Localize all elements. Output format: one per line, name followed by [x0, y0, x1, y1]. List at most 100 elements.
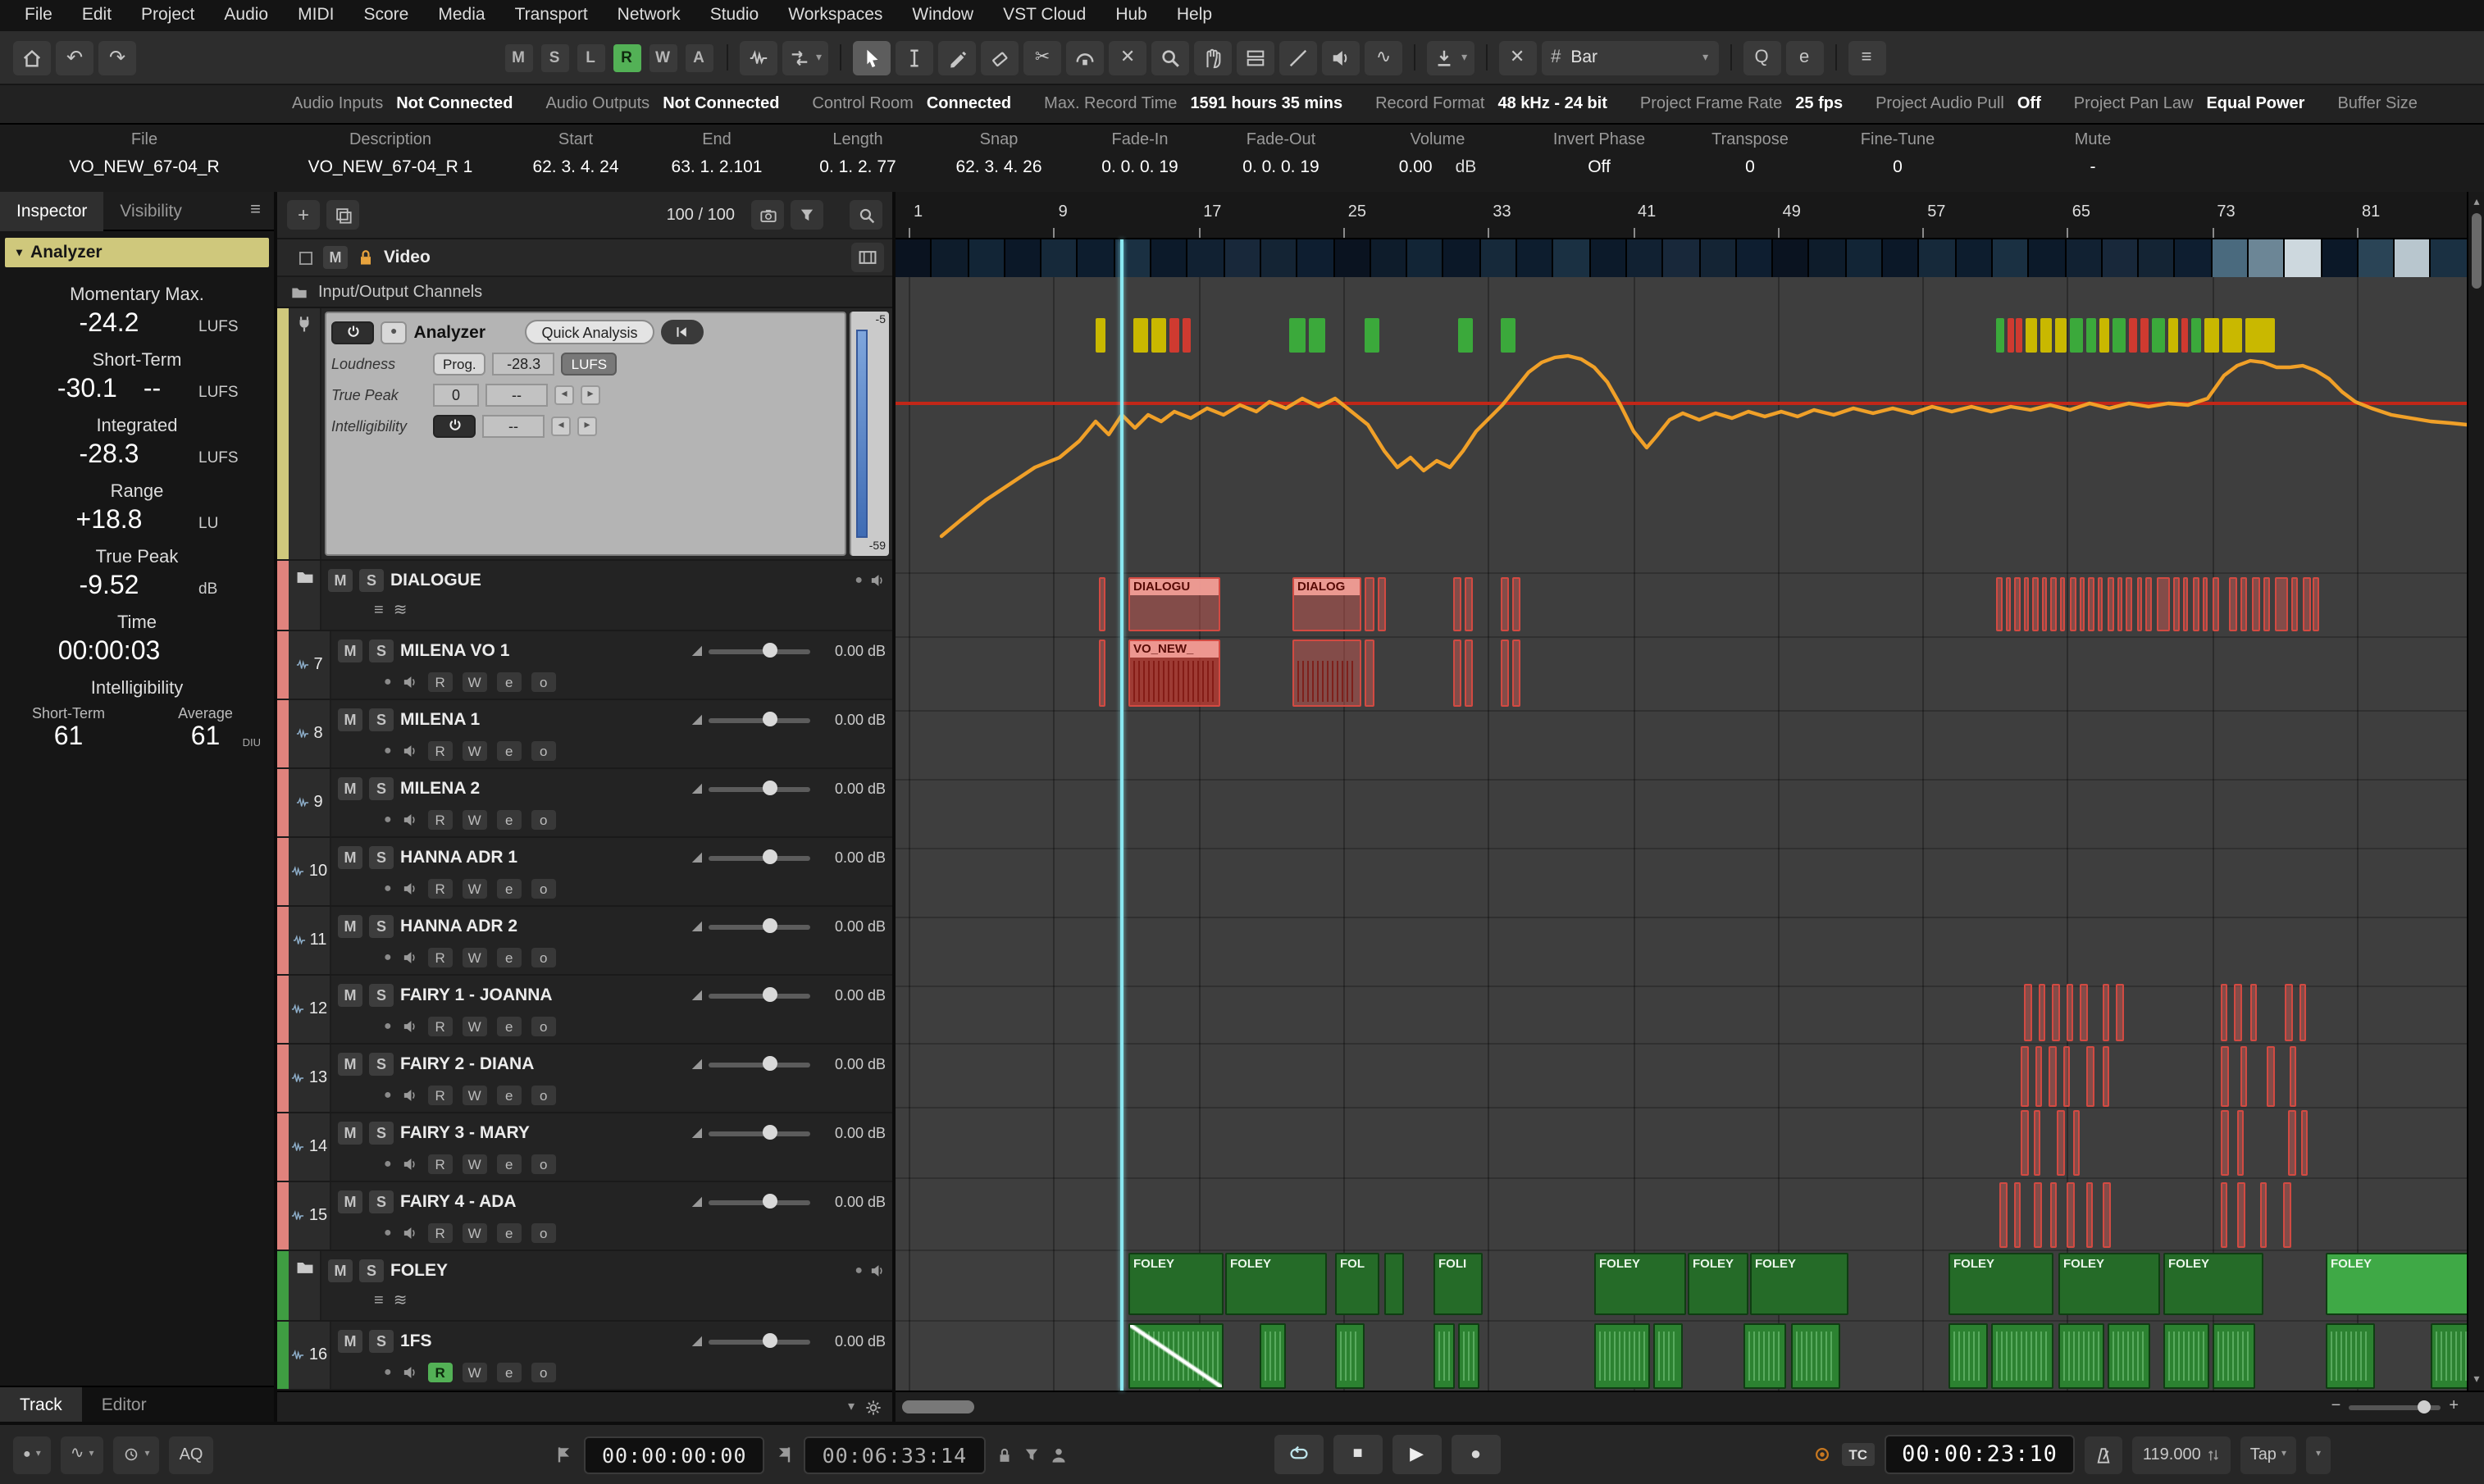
audio-event[interactable] — [2035, 1046, 2042, 1107]
audio-event[interactable] — [2240, 577, 2247, 631]
track-read-button[interactable]: R — [428, 1085, 453, 1104]
monitor-icon[interactable] — [402, 742, 418, 758]
track-read-button[interactable]: R — [428, 1154, 453, 1173]
audio-event[interactable] — [2221, 1110, 2229, 1176]
track-solo-button[interactable]: S — [369, 1330, 394, 1353]
volume-slider[interactable] — [709, 1131, 810, 1136]
track-edit-channel-button[interactable]: e — [497, 1362, 522, 1382]
erase-tool-button[interactable] — [981, 40, 1019, 75]
foley-event[interactable]: FOLEY — [2058, 1253, 2160, 1315]
audio-event[interactable] — [1501, 577, 1509, 631]
track-write-button[interactable]: W — [463, 1085, 487, 1104]
tap-tempo-button[interactable]: Tap▾ — [2240, 1436, 2296, 1473]
track-solo-button[interactable]: S — [369, 708, 394, 731]
track-write-button[interactable]: W — [463, 1154, 487, 1173]
audio-event[interactable] — [2240, 1046, 2247, 1107]
folder-track-row[interactable]: MSFOLEY●≡≋ — [277, 1251, 892, 1322]
foley-event[interactable]: FOL — [1335, 1253, 1379, 1315]
audio-event[interactable] — [2183, 577, 2188, 631]
status-item[interactable]: Project Audio PullOff — [1876, 95, 2041, 113]
volume-slider-thumb[interactable] — [763, 987, 778, 1002]
audio-event[interactable] — [2086, 1182, 2093, 1248]
track-read-button[interactable]: R — [428, 740, 453, 760]
find-track-button[interactable] — [850, 200, 882, 230]
project-cursor[interactable] — [1120, 239, 1123, 1391]
scroll-down-icon[interactable]: ▾ — [2468, 1371, 2484, 1389]
track-inserts-bypass-button[interactable]: o — [531, 878, 556, 898]
volume-slider[interactable] — [709, 649, 810, 653]
audio-event[interactable] — [2024, 577, 2029, 631]
tab-editor[interactable]: Editor — [82, 1387, 166, 1422]
monitor-icon[interactable] — [402, 1155, 418, 1172]
audio-event[interactable] — [2237, 1182, 2245, 1248]
performer-mode-icon[interactable] — [1049, 1445, 1067, 1464]
audio-event[interactable] — [2221, 1046, 2229, 1107]
audio-event[interactable] — [2283, 1182, 2291, 1248]
volume-slider[interactable] — [709, 717, 810, 722]
track-read-button[interactable]: R — [428, 1016, 453, 1036]
video-select-checkbox-icon[interactable] — [297, 248, 315, 266]
track-solo-button[interactable]: S — [369, 846, 394, 869]
audio-event[interactable] — [2108, 577, 2114, 631]
info-field-fadein[interactable]: Fade-In0. 0. 0. 19 — [1069, 125, 1210, 192]
analyzer-section-header[interactable]: ▾Analyzer — [5, 238, 269, 267]
locator-filter-icon[interactable] — [1023, 1446, 1039, 1463]
audio-event[interactable] — [2042, 577, 2047, 631]
track-write-button[interactable]: W — [463, 878, 487, 898]
track-row[interactable]: 16MS1FS◢0.00 dB●RWeo — [277, 1322, 892, 1391]
record-enable-icon[interactable]: ● — [384, 744, 392, 757]
stop-button[interactable]: ■ — [1333, 1435, 1383, 1474]
record-button[interactable]: ● — [1452, 1435, 1501, 1474]
snapshot-button[interactable] — [751, 200, 784, 230]
volume-slider-thumb[interactable] — [763, 918, 778, 933]
folder-icon[interactable] — [294, 1258, 314, 1277]
record-enable-icon[interactable]: ● — [384, 813, 392, 826]
audio-event[interactable] — [1453, 577, 1461, 631]
horizontal-scrollbar-thumb[interactable] — [902, 1400, 974, 1413]
audio-event[interactable] — [2285, 984, 2293, 1041]
status-item[interactable]: Audio OutputsNot Connected — [545, 95, 779, 113]
track-inserts-bypass-button[interactable]: o — [531, 1154, 556, 1173]
left-locator-display[interactable]: 00:00:00:00 — [584, 1436, 765, 1473]
track-mute-button[interactable]: M — [338, 708, 362, 731]
audio-event[interactable] — [2034, 1182, 2042, 1248]
audio-event[interactable] — [2301, 1110, 2308, 1176]
audio-event[interactable] — [2275, 577, 2288, 631]
info-field-invertphase[interactable]: Invert PhaseOff — [1524, 125, 1675, 192]
foley-event[interactable] — [1791, 1323, 1840, 1389]
audio-event[interactable] — [2103, 1182, 2111, 1248]
track-row[interactable]: 7MSMILENA VO 1◢0.00 dB●RWeo — [277, 631, 892, 700]
volume-slider[interactable] — [709, 924, 810, 929]
foley-event[interactable] — [1458, 1323, 1479, 1389]
audio-event[interactable] — [2291, 577, 2298, 631]
audio-event[interactable] — [2006, 577, 2011, 631]
audio-event[interactable] — [2193, 577, 2199, 631]
foley-event[interactable] — [1335, 1323, 1365, 1389]
show-thumbnails-button[interactable] — [851, 243, 884, 272]
foley-event[interactable] — [2326, 1323, 2375, 1389]
info-field-length[interactable]: Length0. 1. 2. 77 — [787, 125, 928, 192]
record-enable-icon[interactable]: ● — [384, 1226, 392, 1239]
track-inserts-bypass-button[interactable]: o — [531, 1016, 556, 1036]
foley-event[interactable] — [1743, 1323, 1786, 1389]
monitor-icon[interactable] — [402, 1224, 418, 1240]
audio-event[interactable] — [2313, 577, 2319, 631]
track-mute-button[interactable]: M — [338, 1122, 362, 1145]
track-edit-channel-button[interactable]: e — [497, 809, 522, 829]
volume-slider-thumb[interactable] — [763, 1056, 778, 1071]
track-solo-button[interactable]: S — [369, 915, 394, 938]
menu-item-vst-cloud[interactable]: VST Cloud — [988, 0, 1101, 31]
volume-slider-thumb[interactable] — [763, 643, 778, 658]
foley-event[interactable] — [1260, 1323, 1286, 1389]
menu-item-workspaces[interactable]: Workspaces — [773, 0, 897, 31]
audio-event[interactable] — [2221, 984, 2227, 1041]
foley-event[interactable]: FOLEY — [2326, 1253, 2473, 1315]
glue-tool-button[interactable] — [1066, 40, 1104, 75]
audio-event[interactable] — [2116, 984, 2124, 1041]
audio-quantize-button[interactable]: AQ — [170, 1436, 213, 1473]
draw-tool-button[interactable] — [938, 40, 976, 75]
audio-event[interactable] — [2303, 577, 2311, 631]
autoscroll-button[interactable]: ▾ — [1427, 40, 1474, 75]
volume-slider-thumb[interactable] — [763, 781, 778, 795]
track-mute-button[interactable]: M — [338, 640, 362, 662]
